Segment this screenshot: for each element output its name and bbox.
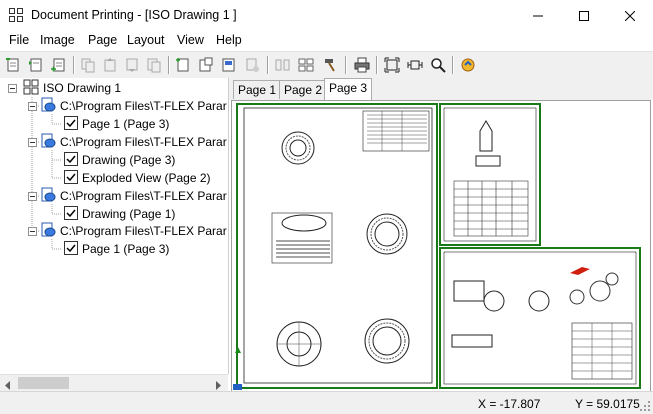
print-icon[interactable] xyxy=(352,55,372,75)
checkbox-checked-icon[interactable] xyxy=(64,151,78,169)
tree-item-label: Drawing (Page 3) xyxy=(82,153,176,167)
status-x-coordinate: X = -17.807 xyxy=(478,397,541,411)
tree-root-label: ISO Drawing 1 xyxy=(43,81,122,95)
document-tree: ISO Drawing 1 C:\Program Files\T-FLEX Pa… xyxy=(0,78,229,374)
toolbar-separator xyxy=(345,56,347,74)
tree-item-label: Drawing (Page 1) xyxy=(82,207,176,221)
tree-item-document[interactable]: C:\Program Files\T-FLEX Parar xyxy=(28,97,227,115)
checkbox-checked-icon[interactable] xyxy=(64,115,78,133)
tree-horizontal-scrollbar[interactable] xyxy=(0,374,228,392)
checkbox-checked-icon[interactable] xyxy=(64,169,78,187)
tree-item-label: C:\Program Files\T-FLEX Parar xyxy=(60,99,227,113)
copy-disabled-icon[interactable] xyxy=(78,55,98,75)
tree-item-page[interactable]: Page 1 (Page 3) xyxy=(64,240,169,258)
collapse-icon[interactable] xyxy=(28,101,37,111)
resize-grip-icon[interactable] xyxy=(640,400,650,414)
add-page-icon[interactable] xyxy=(49,55,69,75)
minimize-button[interactable] xyxy=(515,0,561,31)
insert-document-icon[interactable] xyxy=(26,55,46,75)
sheet-drawing-left xyxy=(233,103,438,390)
page-disabled-icon[interactable] xyxy=(242,55,262,75)
toolbar-separator xyxy=(376,56,378,74)
toolbar-separator xyxy=(267,56,269,74)
tree-item-page[interactable]: Drawing (Page 3) xyxy=(64,151,175,169)
collapse-icon[interactable] xyxy=(8,83,17,93)
maximize-button[interactable] xyxy=(561,0,607,31)
title-bar: Document Printing - [ISO Drawing 1 ] xyxy=(0,0,653,31)
checkbox-checked-icon[interactable] xyxy=(64,240,78,258)
status-bar: X = -17.807 Y = 59.0175 xyxy=(0,391,653,414)
toolbar-separator xyxy=(168,56,170,74)
tree-item-page[interactable]: Drawing (Page 1) xyxy=(64,205,175,223)
add-document-icon[interactable] xyxy=(3,55,23,75)
menu-image[interactable]: Image xyxy=(39,33,76,47)
delete-disabled-icon[interactable] xyxy=(144,55,164,75)
document-link-icon xyxy=(40,133,56,152)
menu-bar: File Image Page Layout View Help xyxy=(0,31,653,51)
toolbar-separator xyxy=(73,56,75,74)
tab-page-1[interactable]: Page 1 xyxy=(233,80,282,99)
collapse-icon[interactable] xyxy=(28,226,37,236)
tree-item-label: C:\Program Files\T-FLEX Parar xyxy=(60,189,227,203)
tree-item-page[interactable]: Page 1 (Page 3) xyxy=(64,115,169,133)
document-link-icon xyxy=(40,222,56,241)
fit-page-icon[interactable] xyxy=(382,55,402,75)
collapse-icon[interactable] xyxy=(28,191,37,201)
page-properties-icon[interactable] xyxy=(196,55,216,75)
menu-file[interactable]: File xyxy=(8,33,30,47)
sheet-drawing-bottom-right xyxy=(439,247,641,389)
zoom-icon[interactable] xyxy=(428,55,448,75)
document-link-icon xyxy=(40,187,56,206)
menu-page[interactable]: Page xyxy=(87,33,118,47)
drawing-sheets xyxy=(233,103,641,390)
arrange-grid-icon[interactable] xyxy=(296,55,316,75)
collapse-icon[interactable] xyxy=(28,137,37,147)
sheet-drawing-top-right xyxy=(439,103,541,246)
tree-item-document[interactable]: C:\Program Files\T-FLEX Parar xyxy=(28,222,227,240)
hammer-icon[interactable] xyxy=(320,55,340,75)
move-down-disabled-icon[interactable] xyxy=(122,55,142,75)
page-preview-canvas[interactable] xyxy=(231,100,651,392)
tree-item-label: Page 1 (Page 3) xyxy=(82,242,170,256)
document-link-icon xyxy=(40,97,56,116)
tree-item-document[interactable]: C:\Program Files\T-FLEX Parar xyxy=(28,133,227,151)
close-button[interactable] xyxy=(607,0,653,31)
tree-root[interactable]: ISO Drawing 1 xyxy=(8,79,121,97)
fit-width-icon[interactable] xyxy=(405,55,425,75)
export-image-icon[interactable] xyxy=(458,55,478,75)
arrange-left-disabled-icon[interactable] xyxy=(273,55,293,75)
tab-page-2[interactable]: Page 2 xyxy=(279,80,328,99)
status-y-coordinate: Y = 59.0175 xyxy=(575,397,640,411)
menu-help[interactable]: Help xyxy=(215,33,243,47)
menu-view[interactable]: View xyxy=(176,33,205,47)
move-up-disabled-icon[interactable] xyxy=(100,55,120,75)
tree-item-label: Exploded View (Page 2) xyxy=(82,171,211,185)
tree-item-label: C:\Program Files\T-FLEX Parar xyxy=(60,135,227,149)
new-page-icon[interactable] xyxy=(173,55,193,75)
tree-item-document[interactable]: C:\Program Files\T-FLEX Parar xyxy=(28,187,227,205)
toolbar-separator xyxy=(452,56,454,74)
tree-item-page[interactable]: Exploded View (Page 2) xyxy=(64,169,211,187)
app-icon xyxy=(9,8,23,22)
toolbar xyxy=(0,51,653,80)
page-tabs: Page 1 Page 2 Page 3 xyxy=(229,78,653,100)
menu-layout[interactable]: Layout xyxy=(126,33,166,47)
checkbox-checked-icon[interactable] xyxy=(64,205,78,223)
scroll-thumb[interactable] xyxy=(18,377,69,389)
page-setup-icon[interactable] xyxy=(219,55,239,75)
tab-page-3[interactable]: Page 3 xyxy=(324,78,373,100)
window-title: Document Printing - [ISO Drawing 1 ] xyxy=(31,8,237,22)
tree-item-label: C:\Program Files\T-FLEX Parar xyxy=(60,224,227,238)
tree-item-label: Page 1 (Page 3) xyxy=(82,117,170,131)
project-icon xyxy=(23,79,39,98)
